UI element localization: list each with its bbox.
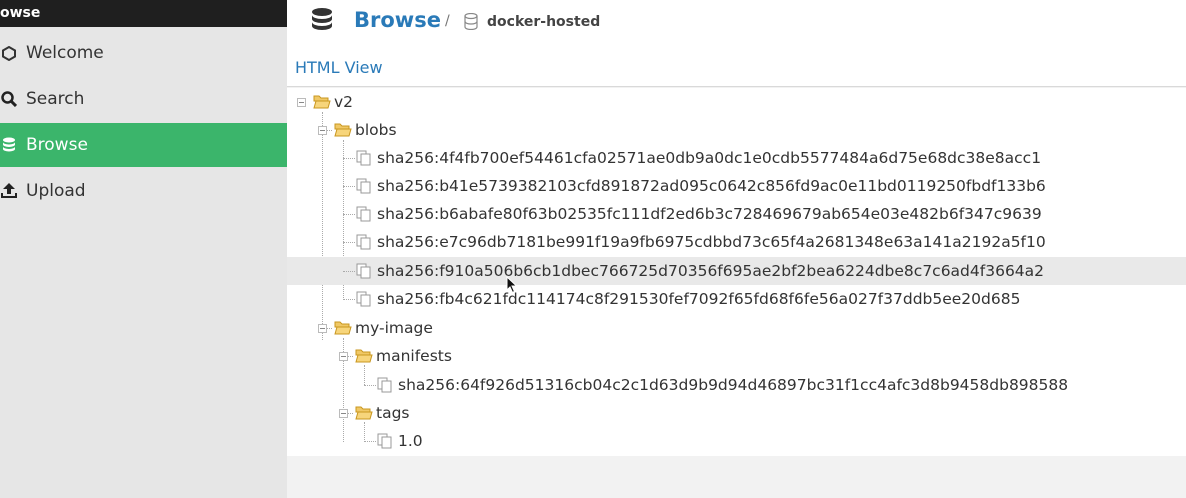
sidebar-item-label: Browse	[26, 135, 88, 155]
sidebar-header: owse	[0, 0, 287, 27]
sidebar: owse Welcome Search Browse Upload	[0, 0, 287, 498]
tree-node-tags[interactable]: tags	[355, 399, 410, 427]
tree-row: sha256:fb4c621fdc114174c8f291530fef7092f…	[287, 285, 1186, 313]
tree-row: sha256:b6abafe80f63b02535fc111df2ed6b3c7…	[287, 200, 1186, 228]
app-window: owse Welcome Search Browse Upload Browse…	[0, 0, 1186, 498]
collapse-toggle[interactable]	[318, 126, 327, 135]
breadcrumb-separator: /	[445, 13, 450, 29]
tree-file[interactable]: sha256:64f926d51316cb04c2c1d63d9b9d94d46…	[377, 371, 1068, 399]
file-icon	[356, 206, 374, 222]
file-icon	[356, 263, 374, 279]
html-view-link[interactable]: HTML View	[295, 58, 383, 77]
tree-node-v2[interactable]: v2	[313, 88, 353, 116]
tree-row: sha256:64f926d51316cb04c2c1d63d9b9d94d46…	[287, 371, 1186, 399]
sidebar-item-label: Search	[26, 89, 85, 109]
database-icon	[0, 136, 18, 154]
tree-file[interactable]: sha256:b6abafe80f63b02535fc111df2ed6b3c7…	[356, 200, 1042, 228]
folder-open-icon	[355, 348, 373, 364]
sidebar-item-label: Upload	[26, 181, 86, 201]
database-icon	[310, 7, 334, 39]
breadcrumb-browse[interactable]: Browse	[354, 8, 441, 32]
file-icon	[356, 150, 374, 166]
tree-file[interactable]: sha256:b41e5739382103cfd891872ad095c0642…	[356, 172, 1046, 200]
mouse-cursor-icon	[506, 276, 518, 294]
file-icon	[377, 433, 395, 449]
tree-row: my-image	[287, 314, 1186, 342]
tree-row: tags	[287, 399, 1186, 427]
tree-row: v2	[287, 88, 1186, 116]
tree-file[interactable]: sha256:4f4fb700ef54461cfa02571ae0db9a0dc…	[356, 144, 1041, 172]
sidebar-item-welcome[interactable]: Welcome	[0, 31, 287, 75]
tree-row: manifests	[287, 342, 1186, 370]
main-panel: Browse / docker-hosted HTML View v2 blob…	[287, 0, 1186, 498]
tree-node-manifests[interactable]: manifests	[355, 342, 452, 370]
sidebar-item-upload[interactable]: Upload	[0, 169, 287, 213]
tree-file[interactable]: sha256:e7c96db7181be991f19a9fb6975cdbbd7…	[356, 228, 1046, 256]
folder-open-icon	[313, 94, 331, 110]
folder-open-icon	[355, 405, 373, 421]
folder-open-icon	[334, 122, 352, 138]
repository-icon	[464, 12, 478, 34]
file-icon	[377, 377, 395, 393]
collapse-toggle[interactable]	[297, 98, 306, 107]
file-icon	[356, 178, 374, 194]
tree-row: blobs	[287, 116, 1186, 144]
browse-tree: v2 blobs sha256:4f4fb700ef54461cfa02571a…	[287, 88, 1186, 456]
file-icon	[356, 291, 374, 307]
tree-file[interactable]: sha256:f910a506b6cb1dbec766725d70356f695…	[356, 257, 1044, 285]
file-icon	[356, 234, 374, 250]
hexagon-icon	[0, 44, 18, 62]
collapse-toggle[interactable]	[339, 409, 348, 418]
upload-icon	[0, 182, 18, 200]
search-icon	[0, 90, 18, 108]
collapse-toggle[interactable]	[339, 352, 348, 361]
tree-node-blobs[interactable]: blobs	[334, 116, 397, 144]
tree-row: 1.0	[287, 427, 1186, 455]
tree-row: sha256:b41e5739382103cfd891872ad095c0642…	[287, 172, 1186, 200]
view-toolbar: HTML View	[287, 44, 1186, 87]
tree-file[interactable]: 1.0	[377, 427, 423, 455]
sidebar-item-search[interactable]: Search	[0, 77, 287, 121]
breadcrumb: Browse / docker-hosted	[287, 0, 1186, 44]
tree-row: sha256:f910a506b6cb1dbec766725d70356f695…	[287, 257, 1186, 285]
tree-row: sha256:e7c96db7181be991f19a9fb6975cdbbd7…	[287, 228, 1186, 256]
sidebar-item-browse[interactable]: Browse	[0, 123, 287, 167]
sidebar-item-label: Welcome	[26, 43, 104, 63]
tree-node-my-image[interactable]: my-image	[334, 314, 433, 342]
tree-row: sha256:4f4fb700ef54461cfa02571ae0db9a0dc…	[287, 144, 1186, 172]
folder-open-icon	[334, 320, 352, 336]
breadcrumb-repository[interactable]: docker-hosted	[487, 14, 600, 30]
collapse-toggle[interactable]	[318, 324, 327, 333]
tree-file[interactable]: sha256:fb4c621fdc114174c8f291530fef7092f…	[356, 285, 1020, 313]
